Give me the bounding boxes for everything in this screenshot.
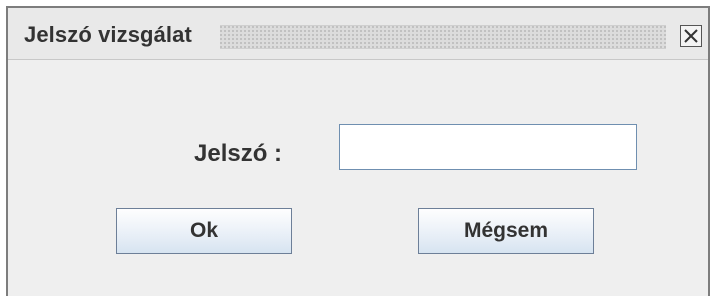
close-icon [684, 29, 698, 43]
close-button[interactable] [680, 25, 702, 47]
title-bar-grip [220, 25, 666, 49]
password-label: Jelszó : [194, 140, 283, 167]
cancel-button[interactable]: Mégsem [418, 208, 594, 254]
ok-button[interactable]: Ok [116, 208, 292, 254]
dialog-title: Jelszó vizsgálat [24, 22, 192, 47]
password-dialog: Jelszó vizsgálat Jelszó : Ok Mégsem [6, 6, 710, 296]
title-bar[interactable]: Jelszó vizsgálat [8, 8, 708, 60]
dialog-content: Jelszó : Ok Mégsem [8, 60, 708, 296]
password-input[interactable] [339, 124, 637, 170]
